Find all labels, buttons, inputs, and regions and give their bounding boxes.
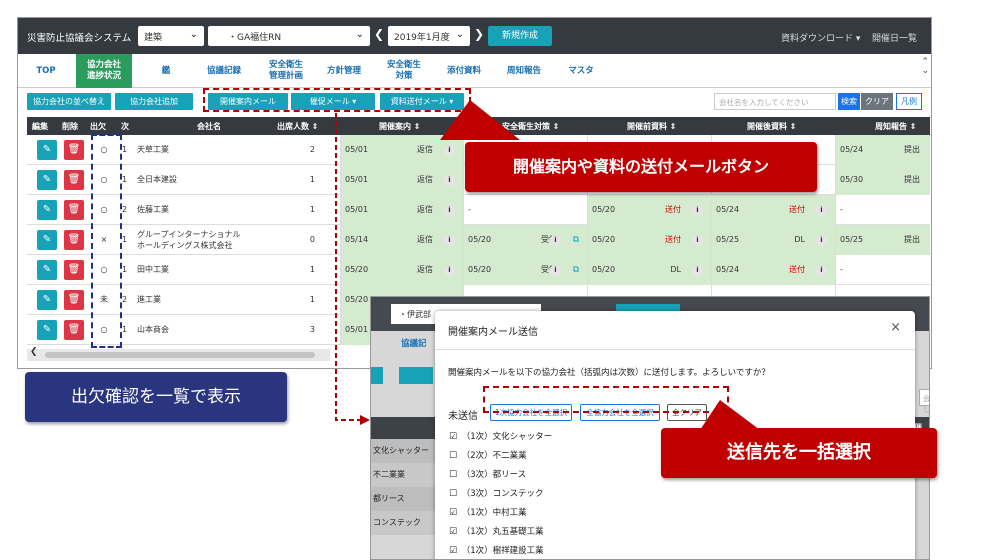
bulk-select-highlight	[483, 386, 729, 413]
attendance-column-highlight	[91, 134, 122, 348]
connector-arrowhead	[360, 415, 370, 425]
dashed-connector	[335, 113, 360, 421]
mail-buttons-highlight	[203, 88, 471, 112]
bulk-select-callout: 送信先を一括選択	[661, 428, 937, 478]
mail-buttons-callout: 開催案内や資料の送付メールボタン	[465, 142, 817, 192]
attendance-callout: 出欠確認を一覧で表示	[25, 372, 287, 422]
